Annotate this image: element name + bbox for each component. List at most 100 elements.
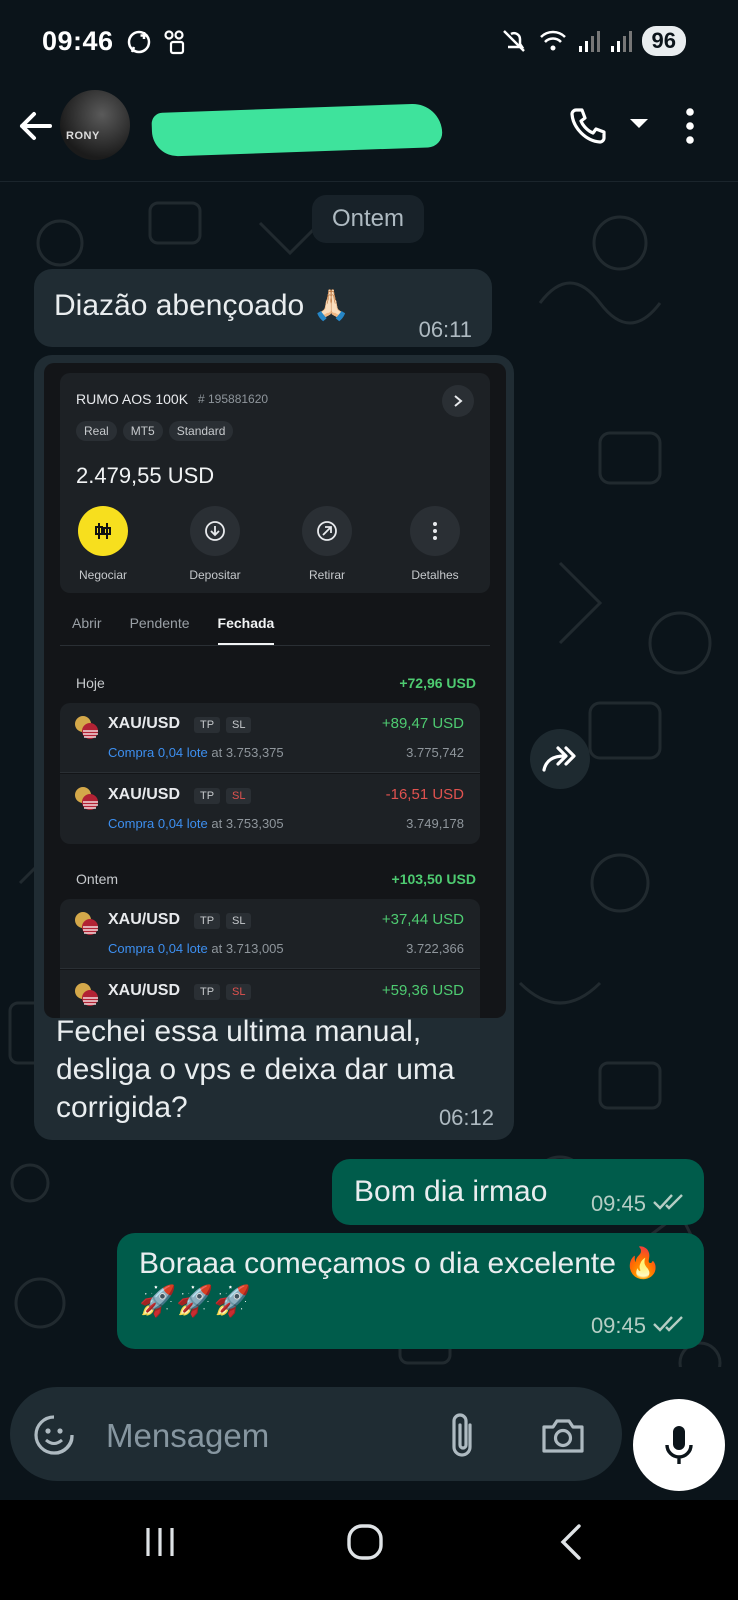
forward-icon	[542, 746, 576, 772]
message-text: Boraaa começamos o dia excelente 🔥🚀🚀🚀	[139, 1247, 662, 1318]
date-separator: Ontem	[312, 195, 425, 243]
account-tags: Real MT5 Standard	[76, 421, 239, 441]
battery-level: 96	[651, 28, 676, 53]
sl-badge-active: SL	[226, 788, 252, 804]
tabs-divider	[60, 645, 490, 646]
shared-image-trading-app[interactable]: RUMO AOS 100K # 195881620 Real MT5 Standar…	[44, 363, 506, 1018]
trade-pl: +89,47 USD	[381, 715, 464, 732]
trade-pair: XAU/USD	[108, 786, 181, 803]
trade-open-price: at 3.753,305	[211, 816, 284, 831]
tp-badge: TP	[194, 717, 221, 733]
back-arrow-icon[interactable]	[14, 104, 58, 148]
tp-badge: TP	[194, 913, 221, 929]
trade-close-price: 3.722,366	[406, 941, 464, 956]
message-time: 06:12	[438, 1105, 494, 1130]
link-notification-icon	[164, 30, 185, 55]
chevron-down-icon[interactable]	[628, 116, 650, 132]
chat-header: RONY	[0, 86, 738, 182]
message-time: 06:11	[418, 317, 472, 342]
action-depositar[interactable]: Depositar	[180, 506, 250, 582]
trade-pair: XAU/USD	[108, 911, 181, 928]
status-bar: 09:46 96	[0, 0, 738, 86]
account-chevron-button[interactable]	[442, 385, 474, 417]
tab-pendente[interactable]: Pendente	[130, 615, 190, 645]
day-header-hoje: Hoje +72,96 USD	[76, 675, 476, 691]
message-bubble-outgoing[interactable]: Boraaa começamos o dia excelente 🔥🚀🚀🚀 09…	[117, 1233, 704, 1349]
double-check-read-icon	[653, 1194, 683, 1210]
account-balance: 2.479,55 USD	[76, 463, 215, 488]
gold-usd-flag-icon	[75, 716, 98, 739]
status-notification-icons	[126, 28, 188, 56]
more-options-icon[interactable]	[680, 104, 700, 148]
action-label: Retirar	[308, 568, 345, 582]
gold-usd-flag-icon	[75, 787, 98, 810]
tp-badge: TP	[194, 984, 221, 1000]
voice-call-icon[interactable]	[566, 104, 610, 148]
action-label: Detalhes	[411, 568, 459, 582]
trade-close-price: 3.749,178	[406, 816, 464, 831]
deposit-icon	[205, 521, 225, 541]
trades-tabs: Abrir Pendente Fechada	[72, 615, 275, 645]
recent-apps-icon[interactable]	[140, 1522, 180, 1562]
trade-detail: Compra 0,04 lote at 3.753,305	[108, 816, 284, 831]
gold-usd-flag-icon	[75, 983, 98, 1006]
message-bubble-incoming[interactable]: Diazão abençoado 🙏🏻 06:11	[34, 269, 492, 347]
message-input[interactable]: Mensagem	[10, 1387, 622, 1481]
message-bubble-outgoing[interactable]: Bom dia irmao 09:45	[332, 1159, 704, 1225]
signal-2-icon	[610, 31, 632, 52]
action-negociar[interactable]: Negociar	[68, 506, 138, 582]
trade-row[interactable]: XAU/USD TP SL Compra 0,04 lote at 3.753,…	[60, 703, 480, 773]
account-name: RUMO AOS 100K	[76, 391, 189, 407]
system-nav-bar	[0, 1500, 738, 1600]
attach-icon[interactable]	[446, 1411, 480, 1459]
sl-badge-active: SL	[226, 984, 252, 1000]
tab-fechada[interactable]: Fechada	[217, 615, 275, 645]
trade-side: Compra 0,04 lote	[108, 941, 208, 956]
contact-name-redacted[interactable]	[151, 102, 443, 158]
whatsapp-notification-icon	[127, 30, 151, 54]
day-header-ontem: Ontem +103,50 USD	[76, 871, 476, 887]
trade-side: Compra 0,04 lote	[108, 745, 208, 760]
message-time: 09:45	[590, 1313, 646, 1338]
message-text: Bom dia irmao	[354, 1175, 548, 1208]
avatar-text: RONY	[66, 130, 100, 142]
status-time: 09:46	[42, 26, 114, 56]
trade-close-price: 3.775,742	[406, 745, 464, 760]
action-retirar[interactable]: Retirar	[292, 506, 362, 582]
trade-row-partial[interactable]: XAU/USD TP SL +59,36 USD	[60, 970, 480, 1018]
voice-message-button[interactable]	[633, 1399, 725, 1491]
composer-bar: Mensagem	[0, 1367, 738, 1500]
mute-icon	[502, 30, 525, 52]
account-id: # 195881620	[198, 392, 269, 406]
trade-pair: XAU/USD	[108, 715, 181, 732]
trade-pl: +37,44 USD	[381, 911, 464, 928]
chevron-right-icon	[454, 395, 463, 407]
back-nav-icon[interactable]	[557, 1522, 587, 1562]
trade-open-price: at 3.753,375	[211, 745, 284, 760]
camera-icon[interactable]	[540, 1415, 586, 1455]
message-text: Diazão abençoado 🙏🏻	[54, 289, 350, 322]
contact-avatar[interactable]: RONY	[60, 90, 130, 160]
day-total: +72,96 USD	[399, 675, 476, 691]
gold-usd-flag-icon	[75, 912, 98, 935]
withdraw-icon	[317, 521, 337, 541]
tab-abrir[interactable]: Abrir	[72, 615, 102, 645]
trade-open-price: at 3.713,005	[211, 941, 284, 956]
trade-row[interactable]: XAU/USD TP SL Compra 0,04 lote at 3.713,…	[60, 899, 480, 969]
trade-row[interactable]: XAU/USD TP SL Compra 0,04 lote at 3.753,…	[60, 774, 480, 844]
tag-mt5: MT5	[122, 421, 163, 441]
wifi-icon	[539, 30, 566, 51]
forward-button[interactable]	[530, 729, 590, 789]
action-detalhes[interactable]: Detalhes	[400, 506, 470, 582]
trade-pl: -16,51 USD	[385, 786, 464, 803]
day-label: Ontem	[76, 871, 119, 887]
home-icon[interactable]	[345, 1522, 387, 1562]
more-vertical-icon	[433, 522, 437, 540]
sl-badge: SL	[226, 717, 252, 733]
signal-1-icon	[578, 31, 600, 52]
sticker-icon[interactable]	[32, 1413, 76, 1457]
tp-badge: TP	[194, 788, 221, 804]
day-total: +103,50 USD	[391, 871, 476, 887]
trade-icon	[95, 523, 111, 539]
action-label: Negociar	[78, 568, 128, 582]
